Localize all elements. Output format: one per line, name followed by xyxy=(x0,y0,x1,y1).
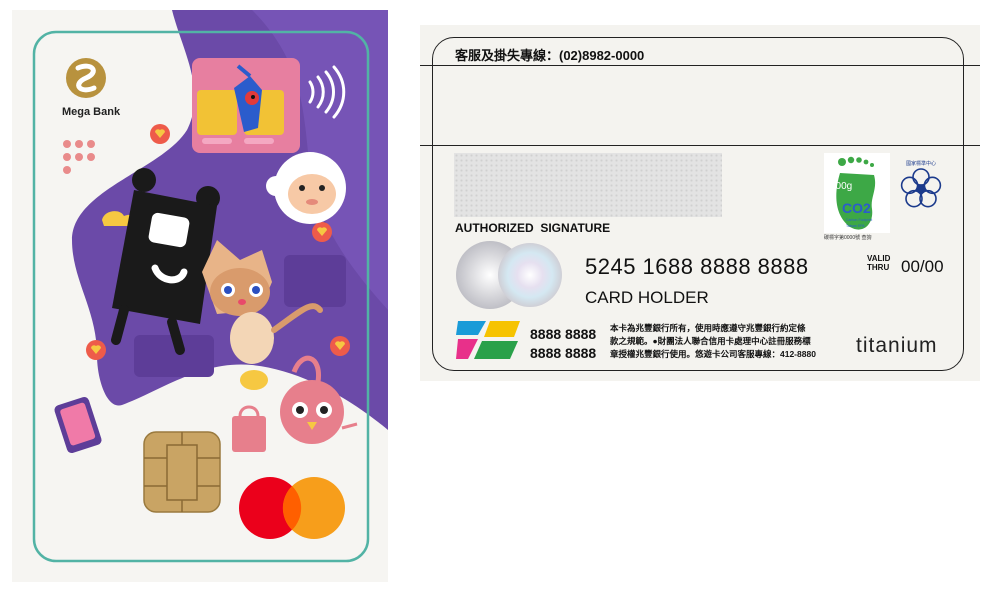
titanium-brand: titanium xyxy=(856,334,938,357)
emv-chip xyxy=(143,431,221,513)
shopping-bag-icon xyxy=(232,405,266,452)
magnetic-strip-top-line xyxy=(420,65,980,66)
terms-line-1: 本卡為兆豐銀行所有，使用時應遵守兆豐銀行約定條 xyxy=(610,323,806,333)
customer-service-hotline: 客服及掛失專線：(02)8982-0000 xyxy=(455,48,645,63)
valid-thru-label: VALID THRU xyxy=(867,254,897,272)
card-front: Mega Bank xyxy=(12,10,388,582)
carbon-footprint-label: 800g CO2 Carbon Footprint Taiwan EPA xyxy=(824,153,890,233)
easycard-logo xyxy=(456,321,520,359)
card-front-artwork xyxy=(32,10,388,563)
valid-label: VALID xyxy=(867,254,891,263)
eco-co2: CO2 xyxy=(842,200,871,216)
mastercard-logo xyxy=(239,477,345,539)
authorized-signature-label: AUTHORIZED SIGNATURE xyxy=(455,221,611,235)
eco-caption: 碳標字第0000號 查詢 xyxy=(824,235,872,241)
valid-thru-date: 00/00 xyxy=(901,257,944,276)
card-number: 5245 1688 8888 8888 xyxy=(585,254,809,279)
magnetic-strip-bottom-line xyxy=(420,145,980,146)
eco-sub-1: Carbon Footprint xyxy=(846,218,872,222)
heart-badge-icon xyxy=(86,340,106,360)
easycard-number-2: 8888 8888 xyxy=(530,345,597,361)
easycard-number-1: 8888 8888 xyxy=(530,326,597,342)
decorative-dots xyxy=(63,140,95,174)
mega-bank-logo xyxy=(66,58,106,98)
phone-icon xyxy=(54,396,102,454)
terms-line-2: 款之規範。●財團法人聯合信用卡處理中心註冊服務標 xyxy=(610,336,811,346)
card-holder-name: CARD HOLDER xyxy=(585,288,709,307)
terms-line-3: 章授權兆豐銀行使用。悠遊卡公司客服專線：412-8880 xyxy=(610,349,816,359)
heart-badge-icon xyxy=(312,222,332,242)
bank-name: Mega Bank xyxy=(62,106,121,118)
plum-blossom-seal: 國家標準中心 xyxy=(900,160,942,208)
heart-badge-icon xyxy=(150,124,170,144)
speech-bubble-illustration xyxy=(240,370,268,390)
heart-badge-icon xyxy=(330,336,350,356)
eco-weight: 800g xyxy=(830,181,852,192)
eco-sub-2: Taiwan EPA xyxy=(846,224,865,228)
window-illustration xyxy=(284,255,346,307)
plum-blossom-icon xyxy=(900,168,942,208)
card-back: 客服及掛失專線：(02)8982-0000 AUTHORIZED SIGNATU… xyxy=(420,25,980,381)
hologram xyxy=(456,241,562,309)
card-terms: 本卡為兆豐銀行所有，使用時應遵守兆豐銀行約定條 款之規範。●財團法人聯合信用卡處… xyxy=(610,322,850,361)
thru-label: THRU xyxy=(867,263,890,272)
seal-text: 國家標準中心 xyxy=(906,160,936,167)
signature-strip xyxy=(454,153,722,217)
